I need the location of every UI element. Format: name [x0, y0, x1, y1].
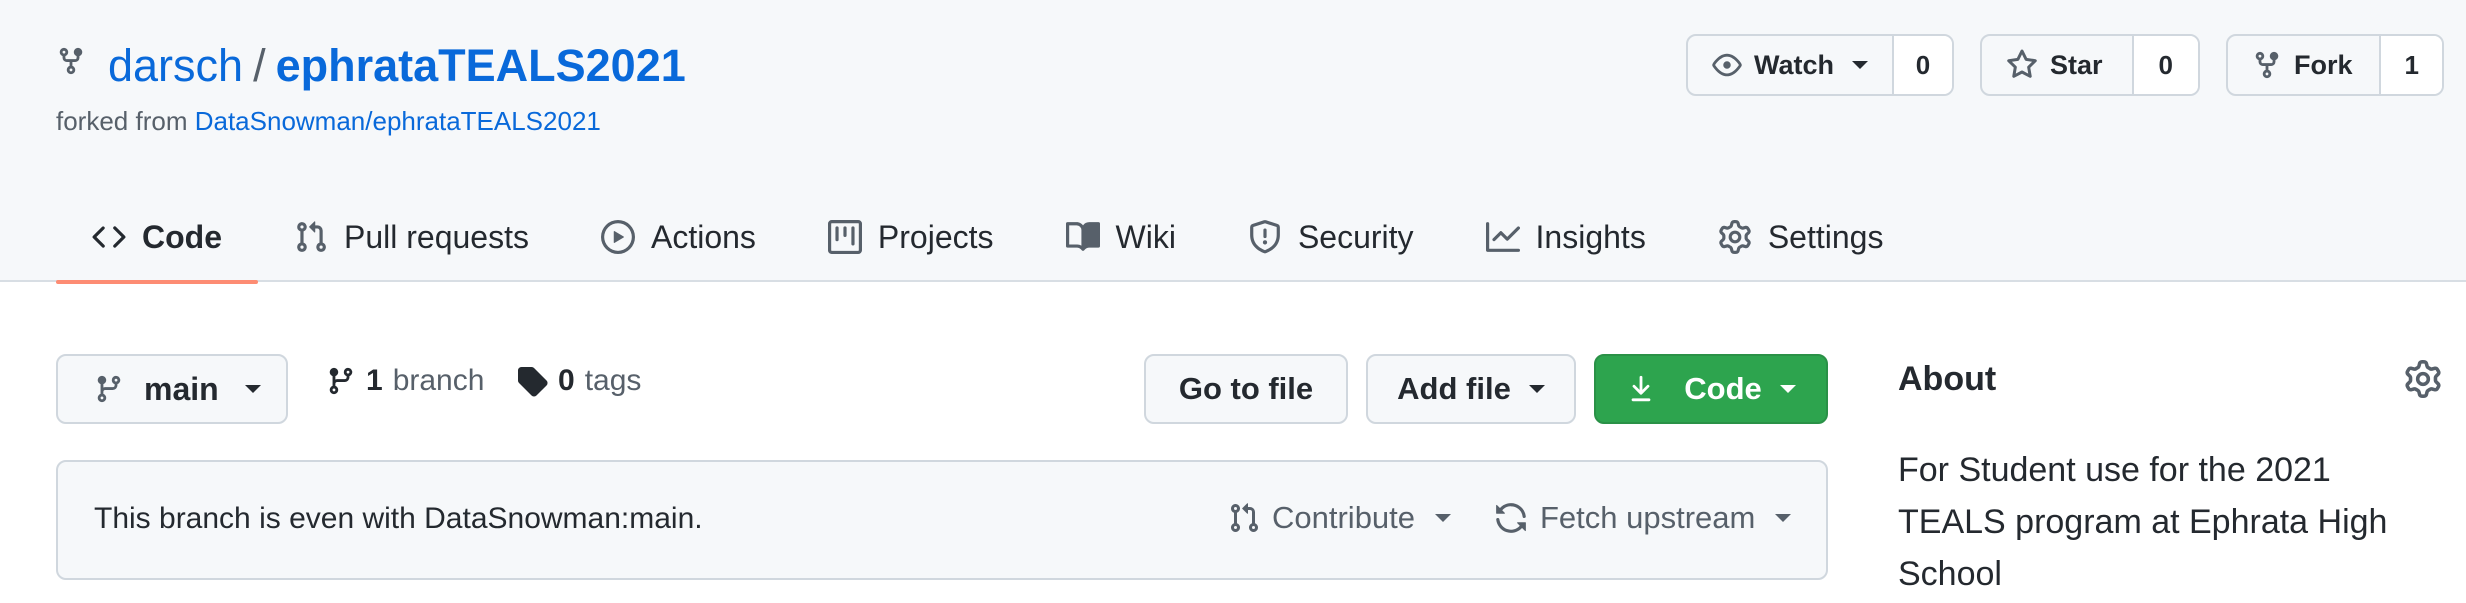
tab-pull-requests[interactable]: Pull requests: [258, 192, 565, 282]
graph-icon: [1485, 222, 1520, 252]
tab-label: Security: [1297, 218, 1414, 255]
tag-count-label: tags: [584, 364, 642, 397]
repo-title: darsch / ephrataTEALS2021: [108, 38, 686, 94]
gear-icon: [1719, 220, 1751, 254]
tab-label: Insights: [1535, 218, 1646, 255]
code-button-label: Code: [1684, 371, 1762, 406]
forked-source-link[interactable]: DataSnowman/ephrataTEALS2021: [195, 106, 601, 136]
fork-button[interactable]: Fork: [2228, 36, 2382, 94]
star-count[interactable]: 0: [2133, 36, 2198, 94]
go-to-file-label: Go to file: [1178, 371, 1314, 406]
tab-label: Projects: [877, 218, 994, 255]
branches-link[interactable]: 1 branch: [326, 364, 484, 398]
play-icon: [600, 220, 635, 254]
shield-icon: [1250, 220, 1280, 254]
watch-count[interactable]: 0: [1894, 36, 1952, 94]
fork-label: Fork: [2294, 49, 2353, 80]
repo-owner-link[interactable]: darsch: [108, 40, 243, 91]
tags-link[interactable]: 0 tags: [516, 364, 641, 398]
gear-icon[interactable]: [2404, 360, 2442, 398]
chevron-down-icon: [1528, 385, 1545, 393]
fetch-upstream-label: Fetch upstream: [1540, 500, 1756, 535]
branch-status-text: This branch is even with DataSnowman:mai…: [94, 502, 703, 535]
star-label: Star: [2050, 49, 2103, 80]
star-button[interactable]: Star: [1982, 36, 2134, 94]
chevron-down-icon: [1775, 514, 1792, 522]
tab-actions[interactable]: Actions: [565, 192, 792, 282]
watch-label: Watch: [1754, 49, 1834, 80]
repo-name-link[interactable]: ephrataTEALS2021: [276, 40, 686, 91]
add-file-button[interactable]: Add file: [1366, 354, 1576, 424]
eye-icon: [1712, 53, 1742, 77]
tab-wiki[interactable]: Wiki: [1030, 192, 1212, 282]
chevron-down-icon: [1779, 385, 1796, 393]
sync-icon: [1496, 503, 1526, 533]
go-to-file-button[interactable]: Go to file: [1144, 354, 1348, 424]
star-group: Star 0: [1980, 34, 2200, 96]
tab-label: Wiki: [1115, 218, 1176, 255]
tab-label: Actions: [650, 218, 756, 255]
tag-icon: [518, 367, 548, 397]
chevron-down-icon: [1435, 514, 1452, 522]
pull-request-icon: [1230, 503, 1259, 533]
code-button[interactable]: Code: [1594, 354, 1828, 424]
branch-count-label: branch: [392, 364, 485, 397]
add-file-label: Add file: [1397, 371, 1511, 406]
tab-code[interactable]: Code: [56, 192, 258, 284]
project-icon: [827, 220, 862, 254]
about-heading: About: [1898, 360, 1997, 398]
tab-label: Code: [142, 218, 222, 255]
fork-icon: [2255, 51, 2279, 79]
book-icon: [1065, 222, 1100, 251]
download-icon: [1631, 375, 1651, 402]
fork-group: Fork 1: [2226, 34, 2444, 96]
watch-button[interactable]: Watch: [1688, 36, 1894, 94]
code-icon: [92, 226, 126, 248]
branch-name: main: [144, 370, 219, 407]
tab-insights[interactable]: Insights: [1450, 192, 1682, 282]
fork-count[interactable]: 1: [2381, 36, 2442, 94]
contribute-button[interactable]: Contribute: [1228, 500, 1452, 536]
branch-count: 1: [366, 364, 383, 397]
watch-group: Watch 0: [1686, 34, 1954, 96]
fetch-upstream-button[interactable]: Fetch upstream: [1494, 500, 1792, 536]
about-description: For Student use for the 2021 TEALS progr…: [1898, 451, 2388, 593]
tab-label: Settings: [1767, 218, 1884, 255]
branch-icon: [97, 375, 121, 403]
tab-security[interactable]: Security: [1212, 192, 1450, 282]
repo-nav: Code Pull requests Actions Projects Wiki…: [56, 192, 1920, 284]
tab-label: Pull requests: [344, 218, 529, 255]
chevron-down-icon: [244, 385, 261, 393]
branch-icon: [329, 367, 353, 395]
chevron-down-icon: [1852, 61, 1868, 69]
branch-select-button[interactable]: main: [56, 354, 288, 424]
pull-request-icon: [297, 221, 326, 252]
tab-projects[interactable]: Projects: [792, 192, 1030, 282]
repo-separator: /: [253, 40, 266, 91]
forked-prefix: forked from: [56, 106, 195, 136]
contribute-label: Contribute: [1272, 500, 1416, 535]
tag-count: 0: [558, 364, 575, 397]
repo-header: darsch / ephrataTEALS2021 forked from Data…: [0, 0, 2466, 284]
repo-fork-icon: [59, 47, 83, 75]
forked-from: forked from DataSnowman/ephrataTEALS2021: [56, 106, 601, 137]
star-icon: [2007, 49, 2037, 78]
tab-settings[interactable]: Settings: [1682, 192, 1920, 282]
branch-status-box: This branch is even with DataSnowman:mai…: [56, 460, 1828, 580]
